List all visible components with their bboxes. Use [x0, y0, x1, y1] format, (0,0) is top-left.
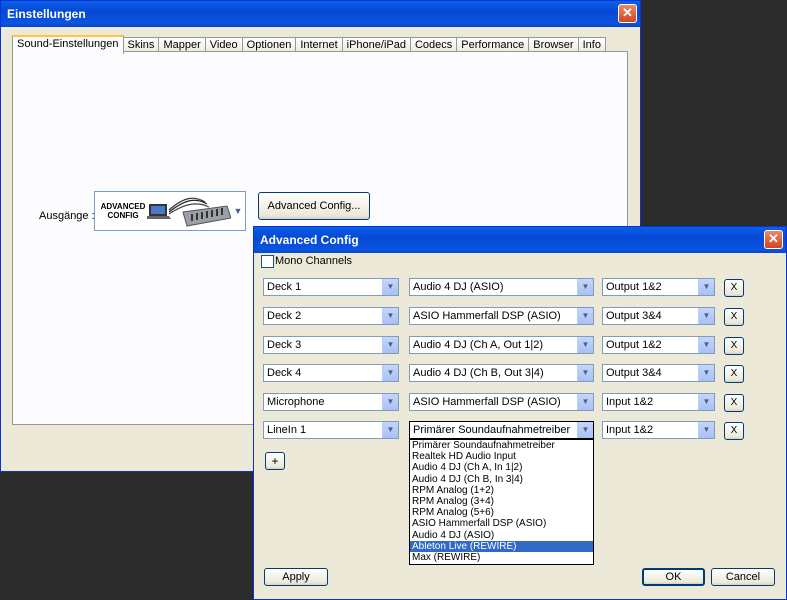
- chevron-down-icon[interactable]: ▼: [382, 422, 398, 438]
- chevron-down-icon[interactable]: ▼: [698, 365, 714, 381]
- chevron-down-icon[interactable]: ▼: [577, 308, 593, 324]
- chevron-down-icon[interactable]: ▼: [382, 337, 398, 353]
- cancel-button[interactable]: Cancel: [711, 568, 775, 586]
- mono-channels-checkbox[interactable]: [261, 255, 274, 268]
- source-select-4[interactable]: Deck 4 ▼: [263, 364, 399, 382]
- channel-select-6[interactable]: Input 1&2 ▼: [602, 421, 715, 439]
- channel-select-4[interactable]: Output 3&4 ▼: [602, 364, 715, 382]
- chevron-down-icon[interactable]: ▼: [698, 337, 714, 353]
- settings-titlebar: Einstellungen: [1, 1, 640, 27]
- chevron-down-icon[interactable]: ▼: [577, 365, 593, 381]
- list-item[interactable]: Audio 4 DJ (Ch A, In 1|2): [410, 462, 593, 473]
- list-item[interactable]: RPM Analog (1+2): [410, 485, 593, 496]
- chevron-down-icon[interactable]: ▼: [698, 279, 714, 295]
- source-select-6[interactable]: LineIn 1 ▼: [263, 421, 399, 439]
- remove-row-button-1[interactable]: X: [724, 279, 744, 297]
- chevron-down-icon[interactable]: ▼: [382, 308, 398, 324]
- source-select-5[interactable]: Microphone ▼: [263, 393, 399, 411]
- list-item[interactable]: Realtek HD Audio Input: [410, 451, 593, 462]
- mono-channels-label: Mono Channels: [275, 255, 353, 267]
- dialog-close-icon[interactable]: ✕: [764, 230, 783, 249]
- dialog-title: Advanced Config: [260, 233, 359, 247]
- chevron-down-icon[interactable]: ▼: [382, 394, 398, 410]
- list-item[interactable]: ASIO Hammerfall DSP (ASIO): [410, 518, 593, 529]
- list-item[interactable]: Audio 4 DJ (Ch B, In 3|4): [410, 474, 593, 485]
- settings-tabs: Sound-Einstellungen Skins Mapper Video O…: [12, 35, 606, 54]
- chevron-down-icon[interactable]: ▼: [577, 337, 593, 353]
- chevron-down-icon[interactable]: ▼: [577, 394, 593, 410]
- dialog-titlebar: Advanced Config: [254, 227, 786, 253]
- channel-select-5[interactable]: Input 1&2 ▼: [602, 393, 715, 411]
- advanced-config-dialog: Advanced Config ✕ Mono Channels Deck 1 ▼ …: [253, 226, 787, 600]
- source-select-2[interactable]: Deck 2 ▼: [263, 307, 399, 325]
- settings-title: Einstellungen: [7, 7, 86, 21]
- add-row-button[interactable]: +: [265, 452, 285, 470]
- channel-select-1[interactable]: Output 1&2 ▼: [602, 278, 715, 296]
- remove-row-button-2[interactable]: X: [724, 308, 744, 326]
- source-select-1[interactable]: Deck 1 ▼: [263, 278, 399, 296]
- device-select-4[interactable]: Audio 4 DJ (Ch B, Out 3|4) ▼: [409, 364, 594, 382]
- chevron-down-icon[interactable]: ▼: [698, 394, 714, 410]
- list-item-highlighted[interactable]: Ableton Live (REWIRE): [410, 540, 593, 552]
- tab-sound-settings[interactable]: Sound-Einstellungen: [12, 35, 124, 54]
- source-select-3[interactable]: Deck 3 ▼: [263, 336, 399, 354]
- remove-row-button-5[interactable]: X: [724, 394, 744, 412]
- chevron-down-icon[interactable]: ▼: [698, 422, 714, 438]
- list-item[interactable]: Max (REWIRE): [410, 552, 593, 563]
- chevron-down-icon[interactable]: ▼: [382, 279, 398, 295]
- remove-row-button-6[interactable]: X: [724, 422, 744, 440]
- device-select-2[interactable]: ASIO Hammerfall DSP (ASIO) ▼: [409, 307, 594, 325]
- chevron-down-icon[interactable]: ▼: [698, 308, 714, 324]
- output-config-select[interactable]: ADVANCED CONFIG ▼: [94, 191, 246, 231]
- remove-row-button-3[interactable]: X: [724, 337, 744, 355]
- list-item[interactable]: RPM Analog (5+6): [410, 507, 593, 518]
- advanced-config-logo: ADVANCED CONFIG: [100, 202, 146, 220]
- ok-button[interactable]: OK: [642, 568, 705, 586]
- device-select-6[interactable]: Primärer Soundaufnahmetreiber ▼: [409, 421, 594, 439]
- list-item[interactable]: Primärer Soundaufnahmetreiber: [410, 440, 593, 451]
- chevron-down-icon[interactable]: ▼: [577, 279, 593, 295]
- outputs-label: Ausgänge :: [39, 210, 95, 222]
- chevron-down-icon[interactable]: ▼: [382, 365, 398, 381]
- channel-select-3[interactable]: Output 1&2 ▼: [602, 336, 715, 354]
- mixer-device-icon: [147, 197, 232, 227]
- device-select-3[interactable]: Audio 4 DJ (Ch A, Out 1|2) ▼: [409, 336, 594, 354]
- apply-button[interactable]: Apply: [264, 568, 328, 586]
- chevron-down-icon[interactable]: ▼: [577, 422, 593, 438]
- list-item[interactable]: Audio 4 DJ (ASIO): [410, 530, 593, 541]
- advanced-config-button[interactable]: Advanced Config...: [258, 192, 370, 220]
- device-select-1[interactable]: Audio 4 DJ (ASIO) ▼: [409, 278, 594, 296]
- remove-row-button-4[interactable]: X: [724, 365, 744, 383]
- device-dropdown-list[interactable]: Primärer Soundaufnahmetreiber Realtek HD…: [409, 439, 594, 565]
- device-select-5[interactable]: ASIO Hammerfall DSP (ASIO) ▼: [409, 393, 594, 411]
- list-item[interactable]: RPM Analog (3+4): [410, 496, 593, 507]
- channel-select-2[interactable]: Output 3&4 ▼: [602, 307, 715, 325]
- settings-close-icon[interactable]: ✕: [618, 4, 637, 23]
- chevron-down-icon[interactable]: ▼: [231, 192, 245, 230]
